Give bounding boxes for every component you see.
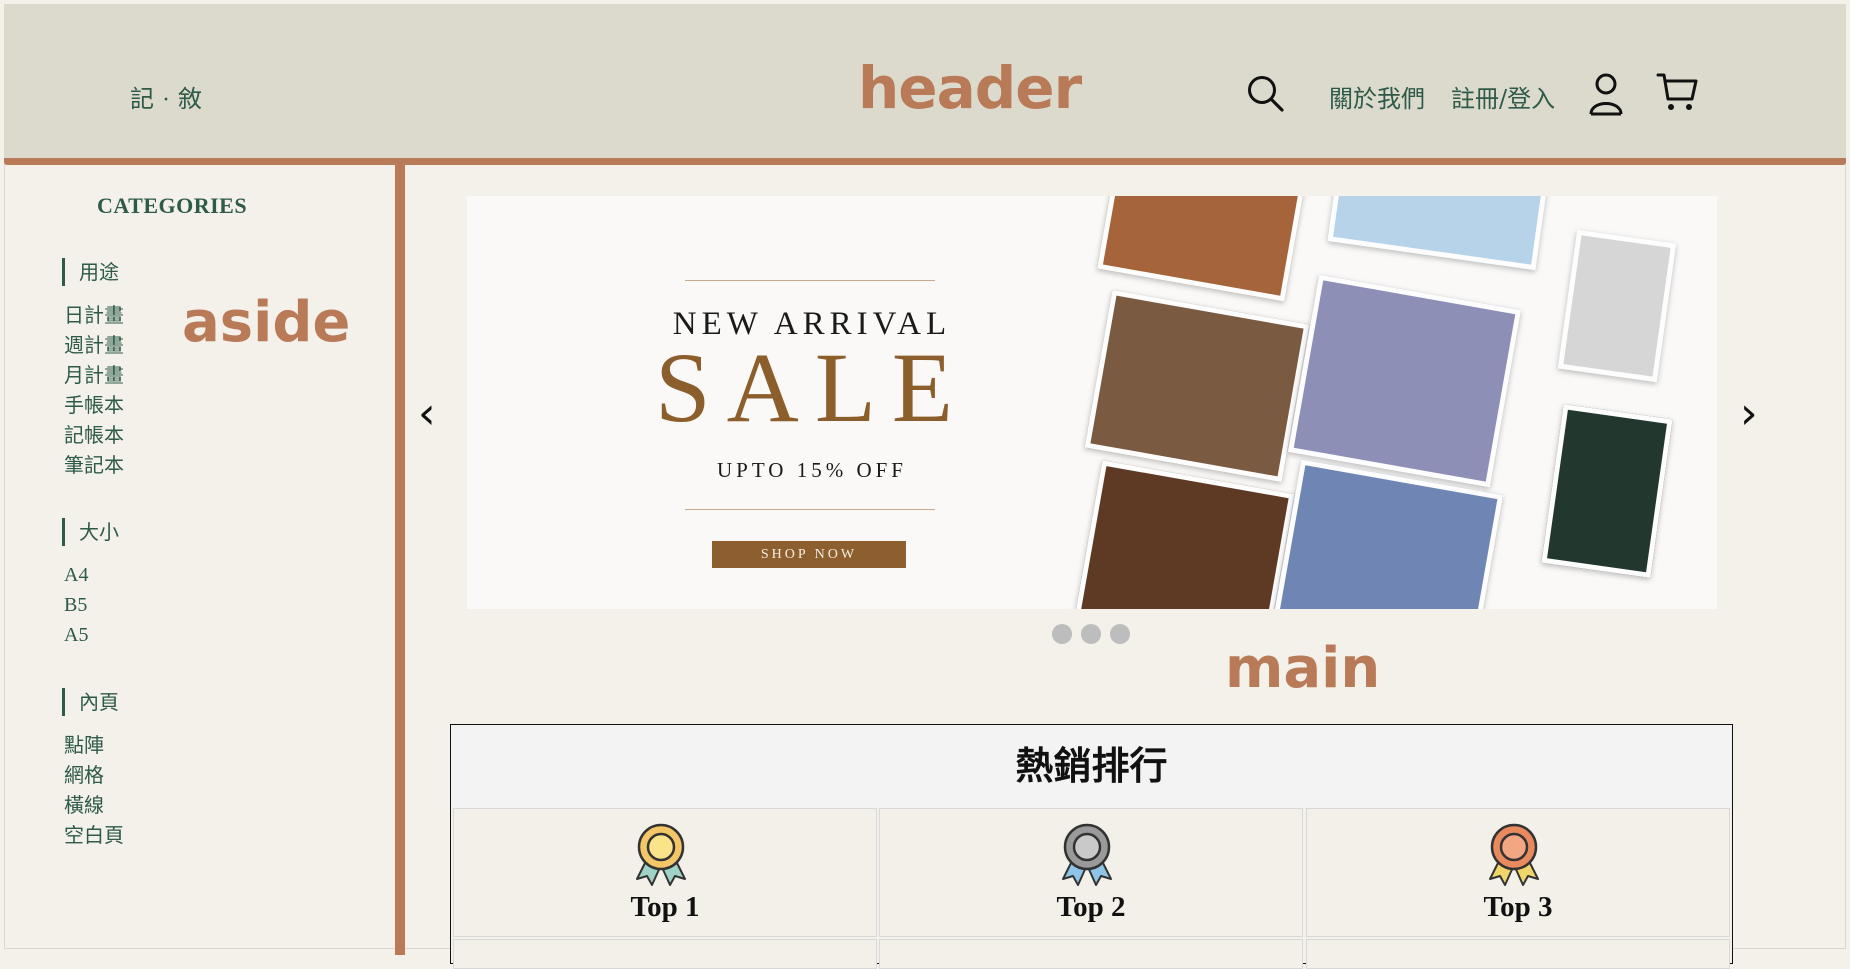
header-region-label: header	[858, 54, 1082, 122]
carousel-indicators	[1052, 624, 1130, 644]
banner-headline: SALE	[655, 332, 969, 443]
category-item[interactable]: 筆記本	[64, 453, 124, 477]
sidebar-divider	[395, 165, 405, 955]
rank-label: Top 1	[630, 891, 700, 923]
rank-row-placeholder	[879, 939, 1303, 969]
nav-link-login[interactable]: 註冊/登入	[1451, 79, 1555, 114]
carousel-dot[interactable]	[1081, 624, 1101, 644]
category-item[interactable]: 日計畫	[64, 303, 124, 327]
bestseller-ranking: 熱銷排行 Top 1 Top 2 Top 3	[450, 724, 1733, 969]
product-photo	[1327, 196, 1547, 271]
main-region-label: main	[1225, 636, 1381, 701]
product-photo	[1557, 229, 1677, 383]
bronze-medal-icon	[1489, 823, 1539, 886]
gold-medal-icon	[636, 823, 686, 886]
categories-title: CATEGORIES	[97, 193, 248, 218]
category-item[interactable]: 記帳本	[64, 423, 124, 447]
search-icon[interactable]	[1245, 73, 1285, 113]
carousel-next-button[interactable]: ›	[1740, 392, 1758, 436]
aside-region-label: aside	[182, 290, 351, 355]
banner-offer: UPTO 15% OFF	[717, 458, 907, 482]
banner-rule-top	[685, 280, 935, 281]
banner-copy: NEW ARRIVAL SALE UPTO 15% OFF SHOP NOW	[467, 196, 1157, 609]
shop-now-button[interactable]: SHOP NOW	[712, 541, 906, 568]
category-item[interactable]: A4	[64, 563, 88, 587]
category-item[interactable]: 月計畫	[64, 363, 124, 387]
banner-rule-bottom	[685, 509, 935, 510]
rank-row-placeholder	[453, 939, 877, 969]
category-item[interactable]: 空白頁	[64, 823, 124, 847]
category-group-size: 大小	[62, 518, 119, 546]
silver-medal-icon	[1062, 823, 1112, 886]
carousel-prev-button[interactable]: ‹	[418, 392, 436, 436]
product-photo	[1074, 460, 1295, 609]
banner-product-photos	[1067, 196, 1717, 609]
category-item[interactable]: 手帳本	[64, 393, 124, 417]
ranking-title: 熱銷排行	[451, 725, 1732, 808]
rank-card-1[interactable]: Top 1	[453, 808, 877, 937]
carousel-dot[interactable]	[1052, 624, 1072, 644]
rank-row-placeholder	[1306, 939, 1730, 969]
nav-link-about[interactable]: 關於我們	[1329, 79, 1425, 114]
product-photo	[1097, 196, 1307, 302]
cart-icon[interactable]	[1656, 71, 1698, 113]
promo-banner[interactable]: NEW ARRIVAL SALE UPTO 15% OFF SHOP NOW	[467, 196, 1717, 609]
category-group-purpose: 用途	[62, 258, 119, 286]
category-item[interactable]: A5	[64, 623, 88, 647]
category-item[interactable]: B5	[64, 593, 87, 617]
rank-card-3[interactable]: Top 3	[1306, 808, 1730, 937]
category-item[interactable]: 網格	[64, 763, 104, 787]
product-photo	[1287, 274, 1522, 488]
product-photo	[1541, 404, 1673, 578]
rank-label: Top 2	[1056, 891, 1126, 923]
rank-label: Top 3	[1483, 891, 1553, 923]
rank-card-2[interactable]: Top 2	[879, 808, 1303, 937]
category-item[interactable]: 週計畫	[64, 333, 124, 357]
category-group-pages: 內頁	[62, 688, 119, 716]
category-item[interactable]: 橫線	[64, 793, 104, 817]
product-photo	[1084, 289, 1310, 483]
category-item[interactable]: 點陣	[64, 733, 104, 757]
brand-logo-text[interactable]: 記 · 敘	[130, 79, 203, 114]
carousel-dot[interactable]	[1110, 624, 1130, 644]
user-icon[interactable]	[1588, 72, 1624, 116]
